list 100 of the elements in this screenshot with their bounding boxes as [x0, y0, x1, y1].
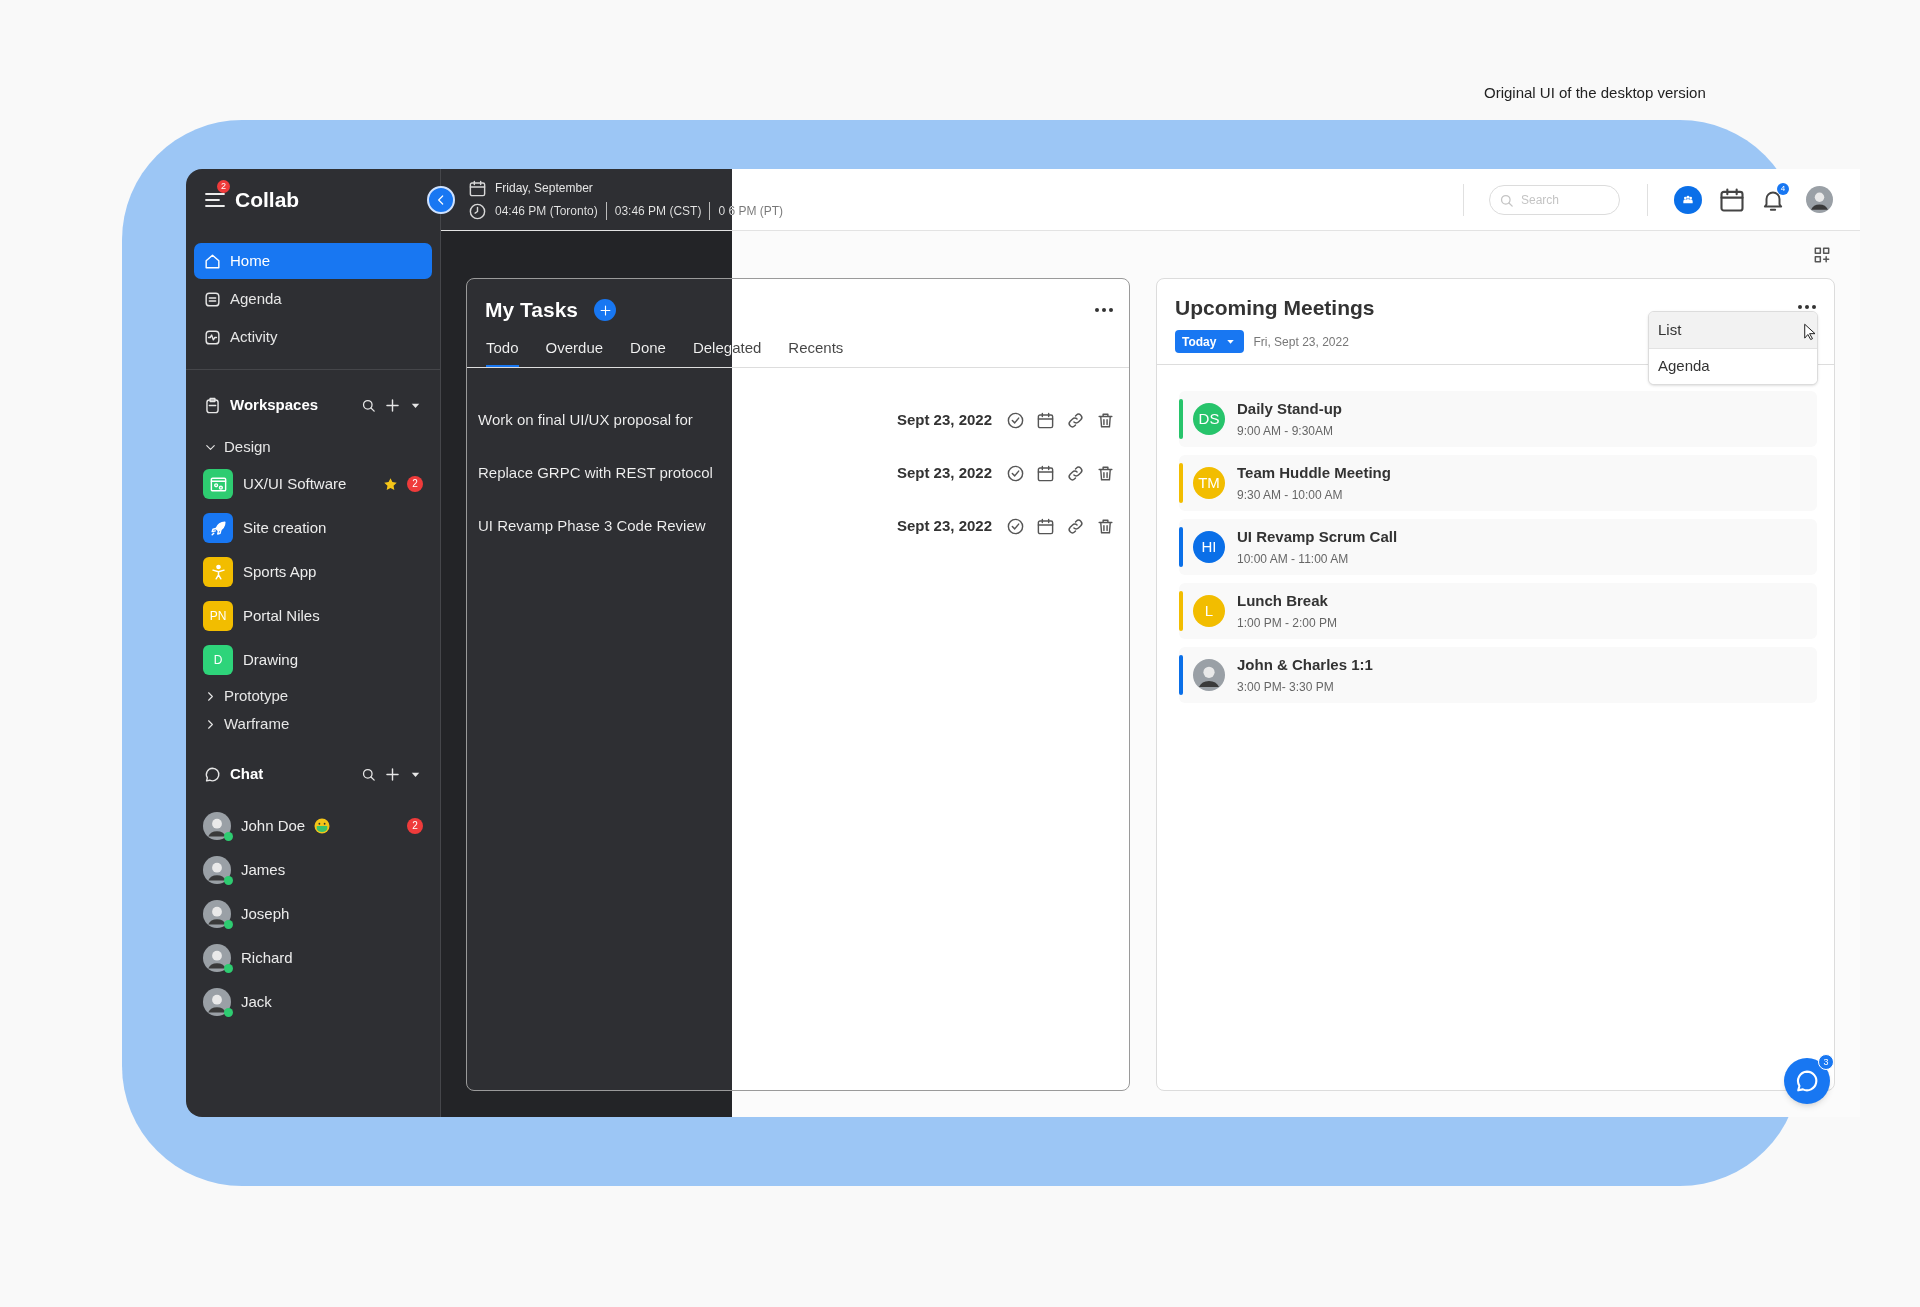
- folder-item[interactable]: Warframe: [186, 710, 440, 738]
- complete-button[interactable]: [1006, 464, 1025, 483]
- profile-button[interactable]: [1806, 186, 1833, 213]
- contact-name[interactable]: John Doe: [241, 814, 306, 838]
- date-text: Fri, Sept 23, 2022: [1253, 333, 1349, 351]
- delete-button[interactable]: [1096, 517, 1115, 536]
- schedule-button[interactable]: [1036, 464, 1055, 483]
- avatar-icon: [203, 944, 231, 972]
- app-name: Collab: [235, 187, 300, 214]
- team-button[interactable]: [1674, 185, 1702, 214]
- calendar-icon: [1036, 517, 1055, 536]
- collapse-button[interactable]: [427, 186, 455, 214]
- link-button[interactable]: [1066, 517, 1085, 536]
- meeting-item[interactable]: HI UI Revamp Scrum Call 10:00 AM - 11:00 AM: [1179, 519, 1817, 575]
- meeting-title: UI Revamp Scrum Call: [1237, 527, 1398, 548]
- check-circle-icon: [1006, 464, 1025, 483]
- avatar-icon: [1806, 186, 1833, 213]
- link-icon: [1066, 464, 1085, 483]
- workspace-link[interactable]: Site creation: [243, 516, 327, 540]
- initials-avatar: TM: [1193, 467, 1225, 499]
- clock-icon: [468, 201, 487, 221]
- calendar-button[interactable]: [1718, 185, 1746, 214]
- meeting-time: 1:00 PM - 2:00 PM: [1237, 614, 1338, 632]
- contact-name[interactable]: Jack: [241, 990, 272, 1014]
- meeting-time: 10:00 AM - 11:00 AM: [1237, 550, 1350, 568]
- meeting-time: 9:00 AM - 9:30AM: [1237, 422, 1335, 440]
- initials-avatar: HI: [1193, 531, 1225, 563]
- check-circle-icon: [1006, 411, 1025, 430]
- date-text: Friday, September: [495, 180, 593, 197]
- workspace-initials: D: [203, 645, 233, 675]
- delete-button[interactable]: [1096, 464, 1115, 483]
- contact-name[interactable]: Richard: [241, 946, 293, 970]
- caption-text: Original UI of the desktop version: [1484, 84, 1706, 101]
- avatar-icon: [203, 856, 231, 884]
- notification-badge: 4: [1777, 182, 1789, 195]
- folder-item[interactable]: Design: [186, 432, 440, 462]
- folder-item[interactable]: Prototype: [186, 682, 440, 710]
- task-date: Sept 23, 2022: [896, 516, 992, 537]
- calendar-icon: [1718, 185, 1746, 214]
- unread-badge: 2: [407, 818, 423, 834]
- meeting-item[interactable]: TM Team Huddle Meeting 9:30 AM - 10:00 AM: [1179, 455, 1817, 511]
- contact-name[interactable]: Joseph: [241, 902, 290, 926]
- workspace-row[interactable]: Site creation: [186, 506, 440, 550]
- today-dropdown[interactable]: Today: [1175, 330, 1245, 353]
- meeting-title: Lunch Break: [1237, 591, 1329, 612]
- more-dots-icon: [1094, 307, 1114, 313]
- link-button[interactable]: [1066, 411, 1085, 430]
- workspace-link[interactable]: Portal Niles: [243, 604, 320, 628]
- nav-item[interactable]: Activity: [194, 319, 432, 355]
- complete-button[interactable]: [1006, 411, 1025, 430]
- workspace-row[interactable]: D Drawing: [186, 638, 440, 682]
- avatar-icon: [203, 812, 231, 840]
- calendar-icon: [1036, 411, 1055, 430]
- nav-item[interactable]: Home: [194, 243, 432, 279]
- clipboard-icon: [203, 395, 222, 415]
- plus-icon: [597, 302, 613, 318]
- section-title: Workspaces: [230, 394, 319, 415]
- calendar-icon: [468, 178, 487, 198]
- avatar-icon: [1193, 659, 1225, 691]
- time-zone-text: 03:46 PM (CST): [605, 202, 702, 220]
- contact-name[interactable]: James: [241, 858, 286, 882]
- delete-button[interactable]: [1096, 411, 1115, 430]
- workspace-initials: PN: [203, 601, 233, 631]
- meeting-title: John & Charles 1:1: [1237, 655, 1373, 676]
- workspace-link[interactable]: UX/UI Software: [243, 472, 347, 496]
- meeting-item[interactable]: L Lunch Break 1:00 PM - 2:00 PM: [1179, 583, 1817, 639]
- time-zone-text: 0 6 PM (PT): [709, 202, 784, 220]
- menu-option[interactable]: List: [1649, 312, 1817, 348]
- notifications-button[interactable]: 4: [1760, 186, 1786, 213]
- workspace-link[interactable]: Drawing: [243, 648, 299, 672]
- list-icon: [203, 289, 222, 309]
- trash-icon: [1096, 517, 1115, 536]
- complete-button[interactable]: [1006, 517, 1025, 536]
- chat-bubble-icon: [203, 764, 222, 784]
- trash-icon: [1096, 411, 1115, 430]
- add-task-button[interactable]: [594, 299, 616, 321]
- schedule-button[interactable]: [1036, 411, 1055, 430]
- meeting-title: Team Huddle Meeting: [1237, 463, 1391, 484]
- workspace-row[interactable]: PN Portal Niles: [186, 594, 440, 638]
- menu-option[interactable]: Agenda: [1649, 348, 1817, 384]
- link-button[interactable]: [1066, 464, 1085, 483]
- meeting-title: Daily Stand-up: [1237, 399, 1342, 420]
- link-icon: [1066, 411, 1085, 430]
- meeting-item[interactable]: DS Daily Stand-up 9:00 AM - 9:30AM: [1179, 391, 1817, 447]
- meeting-time: 3:00 PM- 3:30 PM: [1237, 678, 1335, 696]
- calendar-icon: [1036, 464, 1055, 483]
- nav-item[interactable]: Agenda: [194, 281, 432, 317]
- workspace-row[interactable]: Sports App: [186, 550, 440, 594]
- initials-avatar: DS: [1193, 403, 1225, 435]
- activity-icon: [203, 327, 222, 347]
- panel-title: Upcoming Meetings: [1175, 295, 1375, 321]
- home-icon: [203, 251, 222, 271]
- meeting-item[interactable]: John & Charles 1:1 3:00 PM- 3:30 PM: [1179, 647, 1817, 703]
- schedule-button[interactable]: [1036, 517, 1055, 536]
- trash-icon: [1096, 464, 1115, 483]
- section-title: Chat: [230, 763, 264, 784]
- task-date: Sept 23, 2022: [896, 410, 992, 431]
- more-dots-icon: [1797, 304, 1817, 310]
- search-field[interactable]: Search: [1489, 184, 1620, 215]
- workspace-link[interactable]: Sports App: [243, 560, 317, 584]
